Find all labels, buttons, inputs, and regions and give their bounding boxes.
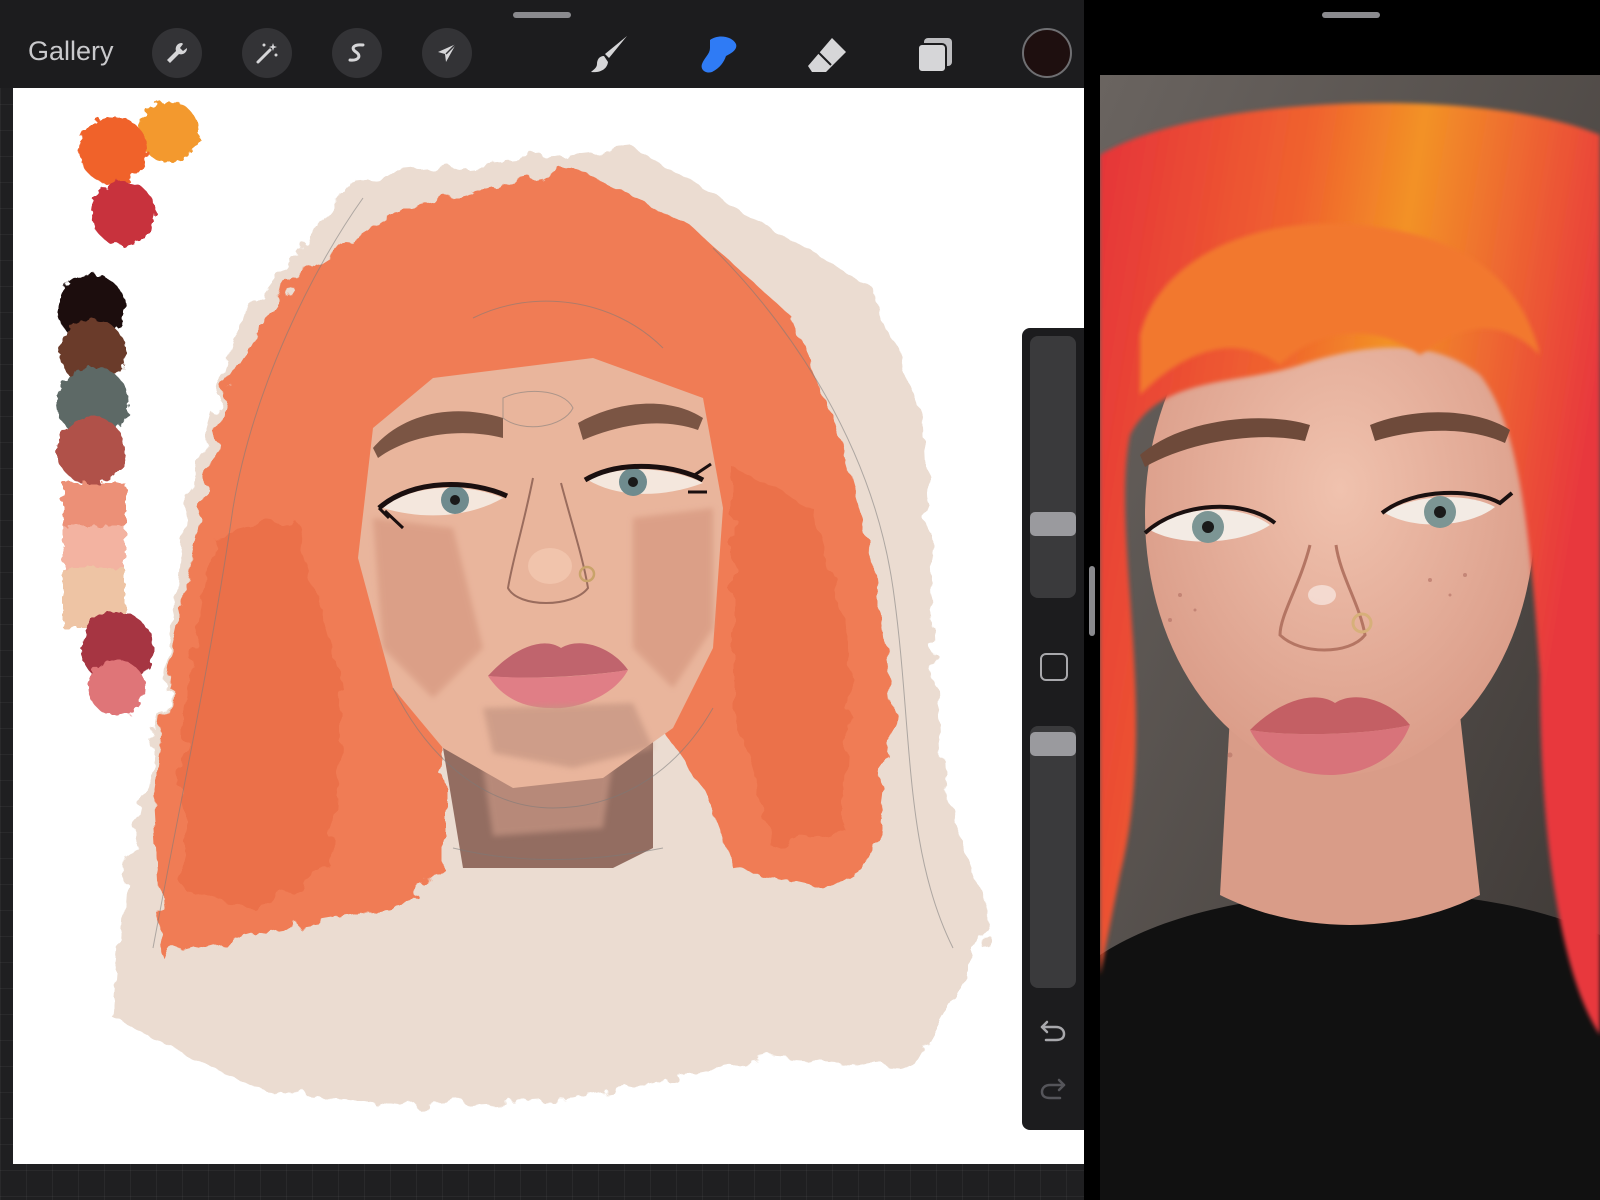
undo-icon bbox=[1040, 1020, 1066, 1042]
brush-sidebar bbox=[1022, 328, 1084, 1130]
actions-wrench-button[interactable] bbox=[152, 28, 202, 78]
brush-size-thumb[interactable] bbox=[1030, 512, 1076, 536]
swatch-3 bbox=[91, 181, 155, 245]
reference-photo-pane bbox=[1100, 0, 1600, 1200]
reference-photo[interactable] bbox=[1100, 75, 1600, 1200]
swatch-12 bbox=[89, 660, 145, 716]
layers-button[interactable] bbox=[908, 28, 962, 82]
selection-button[interactable] bbox=[332, 28, 382, 78]
redo-button[interactable] bbox=[1036, 1074, 1070, 1104]
transform-button[interactable] bbox=[422, 28, 472, 78]
swatch-8 bbox=[63, 483, 125, 531]
paint-brush-button[interactable] bbox=[583, 28, 637, 82]
multitask-handle-right[interactable] bbox=[1322, 12, 1380, 18]
undo-button[interactable] bbox=[1036, 1016, 1070, 1046]
active-color-swatch[interactable] bbox=[1022, 28, 1072, 78]
nose-tip bbox=[528, 548, 572, 584]
arrow-cursor-icon bbox=[438, 43, 457, 62]
split-view-handle[interactable] bbox=[1089, 566, 1095, 636]
top-toolbar: Gallery bbox=[0, 0, 1084, 88]
drawing-app-pane: Gallery bbox=[0, 0, 1084, 1200]
swatch-7 bbox=[57, 416, 125, 484]
drawing-canvas[interactable] bbox=[13, 88, 1084, 1164]
multitask-handle[interactable] bbox=[513, 12, 571, 18]
magic-wand-icon bbox=[256, 43, 278, 64]
adjustments-wand-button[interactable] bbox=[242, 28, 292, 78]
screen: Gallery bbox=[0, 0, 1600, 1200]
eraser-button[interactable] bbox=[800, 28, 854, 82]
wrench-icon bbox=[167, 42, 188, 63]
photo-nose-highlight bbox=[1308, 585, 1336, 605]
redo-icon bbox=[1040, 1078, 1066, 1100]
gallery-button[interactable]: Gallery bbox=[28, 36, 114, 67]
swatch-9 bbox=[63, 526, 125, 574]
swatch-2 bbox=[79, 116, 147, 184]
modify-button[interactable] bbox=[1040, 653, 1068, 681]
opacity-thumb[interactable] bbox=[1030, 732, 1076, 756]
eraser-icon bbox=[808, 38, 846, 72]
smudge-button[interactable] bbox=[692, 28, 746, 82]
black-shirt bbox=[1100, 892, 1600, 1200]
opacity-slider[interactable] bbox=[1030, 726, 1076, 988]
brush-icon bbox=[591, 36, 627, 73]
layers-icon bbox=[917, 38, 952, 73]
swatch-1 bbox=[139, 102, 199, 162]
selection-s-icon bbox=[348, 43, 365, 62]
brush-size-slider[interactable] bbox=[1030, 336, 1076, 598]
smudge-finger-icon bbox=[701, 36, 737, 73]
